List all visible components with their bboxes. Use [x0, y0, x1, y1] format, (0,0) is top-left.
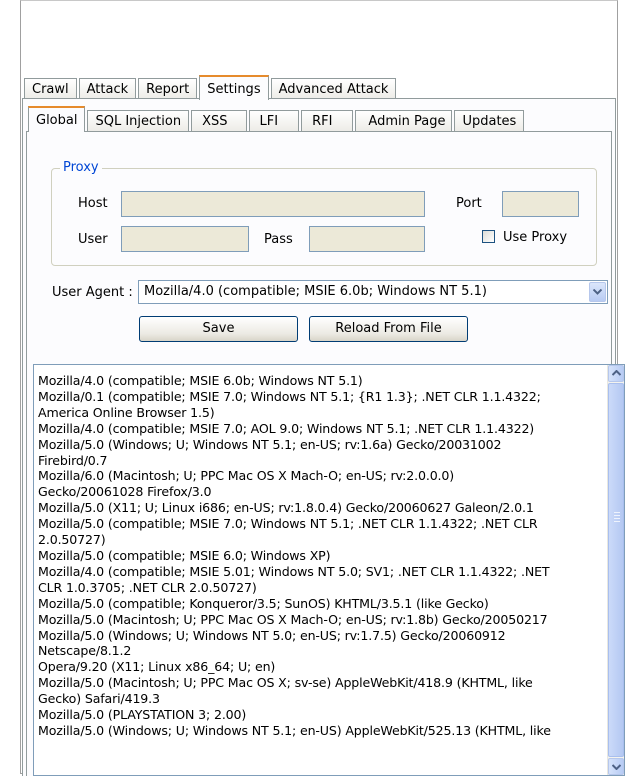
tab-xss[interactable]: XSS	[191, 110, 247, 132]
list-item[interactable]: Mozilla/4.0 (compatible; MSIE 5.01; Wind…	[38, 564, 598, 580]
tab-crawl[interactable]: Crawl	[24, 78, 77, 100]
user-agent-selected-value: Mozilla/4.0 (compatible; MSIE 6.0b; Wind…	[144, 284, 487, 299]
chevron-down-icon[interactable]	[589, 282, 606, 302]
arrow-up-icon[interactable]	[608, 365, 624, 382]
tab-settings[interactable]: Settings	[199, 75, 269, 100]
list-item[interactable]: America Online Browser 1.5)	[38, 405, 598, 421]
pass-label: Pass	[264, 232, 293, 247]
reload-from-file-button[interactable]: Reload From File	[309, 316, 468, 342]
list-item[interactable]: Firebird/0.7	[38, 453, 598, 469]
list-item[interactable]: Mozilla/5.0 (X11; U; Linux i686; en-US; …	[38, 500, 598, 516]
use-proxy-label[interactable]: Use Proxy	[503, 230, 567, 245]
list-item[interactable]: Mozilla/5.0 (PLAYSTATION 3; 2.00)	[38, 707, 598, 723]
user-label: User	[78, 232, 108, 247]
user-agent-list-items: Mozilla/4.0 (compatible; MSIE 6.0b; Wind…	[38, 373, 598, 739]
tab-sql-injection[interactable]: SQL Injection	[87, 110, 190, 132]
list-item[interactable]: Netscape/8.1.2	[38, 643, 598, 659]
list-item[interactable]: Mozilla/4.0 (compatible; MSIE 6.0b; Wind…	[38, 373, 598, 389]
list-item[interactable]: Mozilla/5.0 (Macintosh; U; PPC Mac OS X …	[38, 612, 598, 628]
save-button[interactable]: Save	[139, 316, 298, 342]
port-input[interactable]	[502, 191, 579, 217]
list-item[interactable]: Mozilla/4.0 (compatible; MSIE 7.0; AOL 9…	[38, 421, 598, 437]
list-item[interactable]: Gecko/20061028 Firefox/3.0	[38, 484, 598, 500]
tab-report[interactable]: Report	[138, 78, 198, 100]
tab-lfi[interactable]: LFI	[248, 110, 300, 132]
list-item[interactable]: Mozilla/5.0 (compatible; MSIE 6.0; Windo…	[38, 548, 598, 564]
list-item[interactable]: Mozilla/5.0 (Windows; U; Windows NT 5.1;…	[38, 723, 598, 739]
use-proxy-checkbox[interactable]	[482, 230, 495, 243]
list-item[interactable]: Mozilla/0.1 (compatible; MSIE 7.0; Windo…	[38, 389, 598, 405]
list-scrollbar[interactable]	[607, 365, 624, 775]
tab-global[interactable]: Global	[28, 106, 86, 132]
port-label: Port	[456, 196, 482, 211]
tab-advanced-attack[interactable]: Advanced Attack	[270, 78, 397, 100]
list-item[interactable]: Mozilla/5.0 (Windows; U; Windows NT 5.1;…	[38, 437, 598, 453]
main-tab-bar: Crawl Attack Report Settings Advanced At…	[24, 75, 398, 100]
tab-admin-page[interactable]: Admin Page	[355, 110, 453, 132]
list-item[interactable]: Mozilla/5.0 (compatible; Konqueror/3.5; …	[38, 596, 598, 612]
proxy-group-label: Proxy	[60, 160, 102, 175]
list-item[interactable]: Mozilla/5.0 (compatible; MSIE 7.0; Windo…	[38, 516, 598, 532]
tab-attack[interactable]: Attack	[78, 78, 137, 100]
sub-tab-bar: Global SQL Injection XSS LFI RFI Admin P…	[28, 106, 526, 132]
tab-rfi[interactable]: RFI	[301, 110, 354, 132]
list-item[interactable]: Gecko) Safari/419.3	[38, 691, 598, 707]
list-item[interactable]: Mozilla/6.0 (Macintosh; U; PPC Mac OS X …	[38, 468, 598, 484]
list-item[interactable]: Mozilla/5.0 (Windows; U; Windows NT 5.0;…	[38, 628, 598, 644]
user-agent-select[interactable]: Mozilla/4.0 (compatible; MSIE 6.0b; Wind…	[138, 280, 608, 304]
host-input[interactable]	[121, 191, 425, 217]
user-input[interactable]	[121, 226, 249, 252]
list-item[interactable]: Opera/9.20 (X11; Linux x86_64; U; en)	[38, 659, 598, 675]
user-agent-list[interactable]: Mozilla/4.0 (compatible; MSIE 6.0b; Wind…	[33, 364, 625, 776]
list-item[interactable]: 2.0.50727)	[38, 532, 598, 548]
tab-updates[interactable]: Updates	[454, 110, 525, 132]
arrow-down-icon[interactable]	[608, 758, 624, 775]
user-agent-label: User Agent :	[52, 285, 133, 300]
host-label: Host	[78, 196, 108, 211]
list-item[interactable]: CLR 1.0.3705; .NET CLR 2.0.50727)	[38, 580, 598, 596]
pass-input[interactable]	[309, 226, 425, 252]
list-item[interactable]: Mozilla/5.0 (Macintosh; U; PPC Mac OS X;…	[38, 675, 598, 691]
scrollbar-thumb[interactable]	[608, 383, 624, 757]
